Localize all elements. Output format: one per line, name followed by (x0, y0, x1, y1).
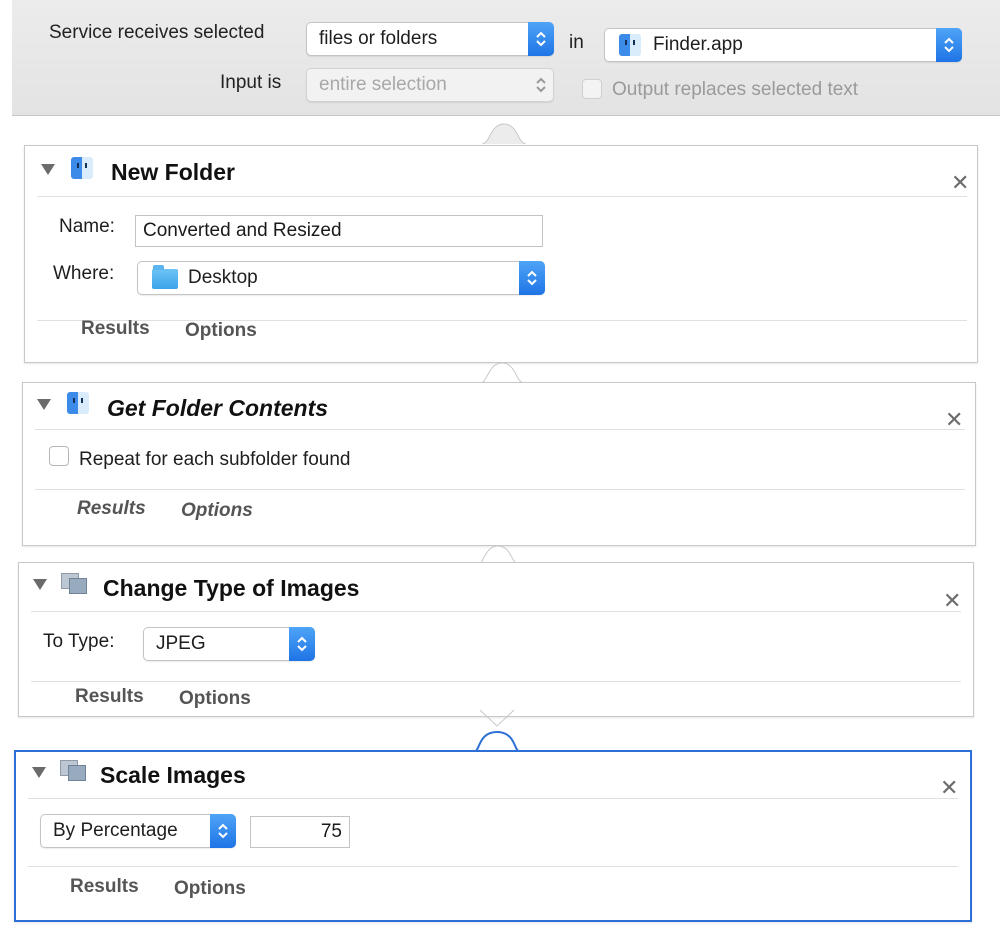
service-settings-bar: Service receives selected files or folde… (12, 0, 1000, 116)
close-icon[interactable]: ✕ (940, 777, 958, 799)
close-icon[interactable]: ✕ (951, 172, 969, 194)
stepper-icon (210, 814, 236, 848)
input-is-popup[interactable]: entire selection (306, 68, 554, 102)
finder-icon (67, 392, 89, 414)
scale-mode-value: By Percentage (53, 820, 178, 841)
options-tab[interactable]: Options (181, 500, 253, 522)
folder-icon (152, 265, 178, 289)
in-label: in (569, 32, 584, 53)
finder-icon (71, 157, 93, 179)
input-type-popup[interactable]: files or folders (306, 22, 554, 56)
action-scale-images[interactable]: Scale Images ✕ By Percentage 75 Results … (14, 750, 972, 922)
output-replaces-checkbox[interactable] (582, 79, 602, 99)
scale-mode-popup[interactable]: By Percentage (40, 814, 236, 848)
where-label: Where: (53, 263, 115, 284)
scale-value-field[interactable]: 75 (250, 816, 350, 848)
service-receives-label: Service receives selected (49, 22, 265, 43)
options-tab[interactable]: Options (179, 688, 251, 710)
application-value: Finder.app (653, 34, 743, 55)
divider (31, 611, 961, 612)
application-popup[interactable]: Finder.app (604, 28, 962, 62)
name-label: Name: (59, 216, 115, 237)
output-replaces-label: Output replaces selected text (612, 79, 859, 100)
results-tab[interactable]: Results (81, 318, 150, 340)
to-type-value: JPEG (156, 633, 206, 654)
stepper-icon (528, 22, 554, 56)
divider (35, 429, 965, 430)
repeat-subfolder-checkbox[interactable] (49, 446, 69, 466)
stepper-icon (519, 261, 545, 295)
input-is-label: Input is (220, 72, 282, 93)
action-connector (482, 123, 526, 144)
results-tab[interactable]: Results (77, 498, 146, 520)
action-connector (480, 362, 524, 383)
options-tab[interactable]: Options (185, 320, 257, 342)
options-tab[interactable]: Options (174, 878, 246, 900)
action-title: New Folder (111, 159, 235, 185)
stepper-icon (936, 28, 962, 62)
where-value: Desktop (188, 267, 258, 288)
action-title: Scale Images (100, 762, 246, 788)
images-icon (59, 569, 89, 595)
input-is-value: entire selection (319, 74, 447, 95)
divider (37, 320, 967, 321)
close-icon[interactable]: ✕ (943, 590, 961, 612)
divider (35, 489, 965, 490)
images-icon (58, 756, 88, 782)
results-tab[interactable]: Results (70, 876, 139, 898)
disclosure-triangle-icon[interactable] (41, 164, 55, 175)
to-type-popup[interactable]: JPEG (143, 627, 315, 661)
divider (28, 866, 958, 867)
results-tab[interactable]: Results (75, 686, 144, 708)
stepper-icon (528, 68, 554, 102)
action-get-folder-contents[interactable]: Get Folder Contents ✕ Repeat for each su… (22, 382, 976, 546)
divider (37, 196, 967, 197)
to-type-label: To Type: (43, 631, 115, 652)
repeat-subfolder-label: Repeat for each subfolder found (79, 449, 351, 470)
close-icon[interactable]: ✕ (945, 409, 963, 431)
name-field[interactable]: Converted and Resized (135, 215, 543, 247)
stepper-icon (289, 627, 315, 661)
disclosure-triangle-icon[interactable] (37, 399, 51, 410)
divider (28, 798, 958, 799)
divider (31, 681, 961, 682)
action-title: Get Folder Contents (107, 395, 329, 421)
where-popup[interactable]: Desktop (137, 261, 545, 295)
disclosure-triangle-icon[interactable] (33, 579, 47, 590)
disclosure-triangle-icon[interactable] (32, 767, 46, 778)
action-title: Change Type of Images (103, 575, 360, 601)
action-connector (474, 709, 520, 752)
action-new-folder[interactable]: New Folder ✕ Name: Converted and Resized… (24, 145, 978, 363)
finder-icon (619, 34, 641, 56)
input-type-value: files or folders (319, 28, 438, 49)
action-change-type-of-images[interactable]: Change Type of Images ✕ To Type: JPEG Re… (18, 562, 974, 717)
